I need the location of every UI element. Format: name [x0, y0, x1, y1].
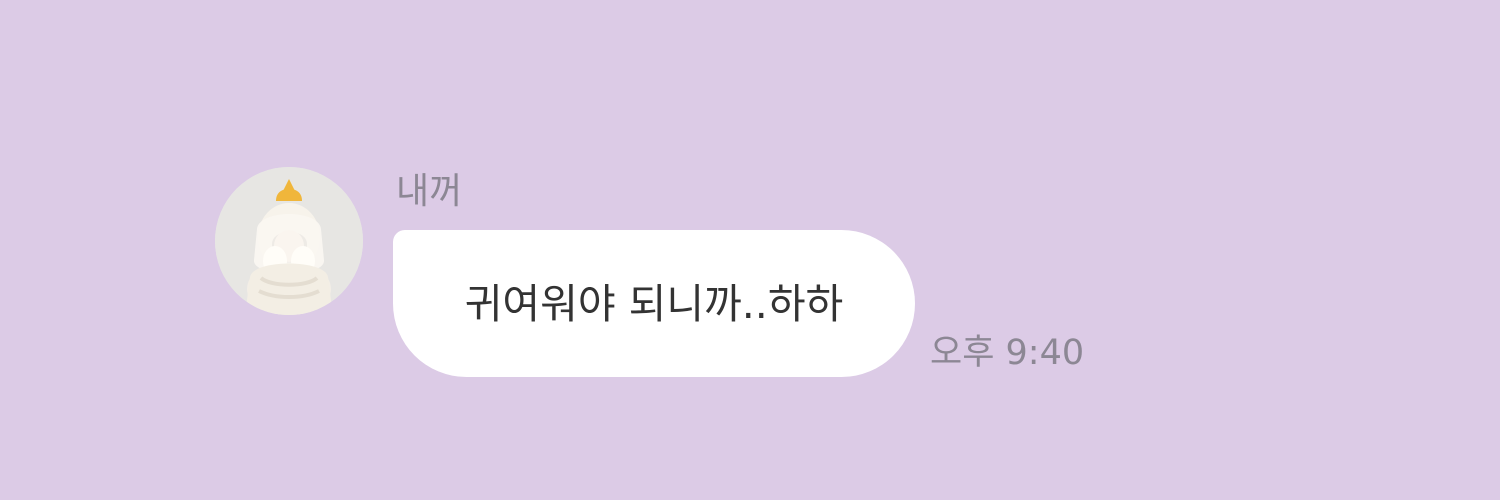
profile-photo-icon [215, 167, 363, 315]
message-time: 오후 9:40 [930, 333, 1085, 373]
sender-name: 내꺼 [396, 171, 463, 212]
message-text: 귀여워야 되니까..하하 [464, 279, 844, 328]
chat-message-row: 내꺼 귀여워야 되니까..하하 오후 9:40 [0, 0, 1500, 500]
avatar[interactable] [215, 167, 363, 315]
message-bubble[interactable]: 귀여워야 되니까..하하 [393, 230, 915, 377]
